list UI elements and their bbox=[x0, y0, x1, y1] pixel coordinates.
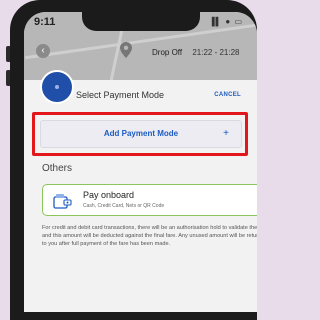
pay-onboard-option[interactable]: Pay onboard Cash, Credit Card, Nets or Q… bbox=[42, 184, 257, 216]
highlight-annotation bbox=[32, 112, 248, 156]
sheet-title: Select Payment Mode bbox=[76, 90, 165, 100]
dropoff-info: Drop Off 21:22 - 21:28 bbox=[152, 48, 239, 57]
avatar bbox=[40, 70, 74, 104]
dropoff-time: 21:22 - 21:28 bbox=[192, 48, 240, 57]
pay-onboard-title: Pay onboard bbox=[83, 190, 135, 200]
location-pin-icon bbox=[120, 42, 132, 58]
phone-device: 9:11 ▐▌ ● ▭ ‹ Drop Off 21:22 - 21:28 Sel… bbox=[0, 0, 257, 320]
card-hold-disclaimer: For credit and debit card transactions, … bbox=[42, 225, 257, 248]
cancel-button[interactable]: CANCEL bbox=[214, 92, 241, 98]
avatar-dot bbox=[55, 85, 59, 89]
pay-onboard-subtitle: Cash, Credit Card, Nets or QR Code bbox=[83, 203, 165, 209]
status-time: 9:11 bbox=[34, 16, 56, 28]
status-icons: ▐▌ ● ▭ bbox=[208, 17, 243, 26]
phone-screen: 9:11 ▐▌ ● ▭ ‹ Drop Off 21:22 - 21:28 Sel… bbox=[24, 12, 257, 312]
card-wallet-icon bbox=[53, 194, 72, 209]
back-button[interactable]: ‹ bbox=[36, 44, 50, 58]
others-section-title: Others bbox=[42, 163, 73, 174]
dropoff-label: Drop Off bbox=[152, 48, 183, 57]
phone-notch bbox=[82, 12, 200, 31]
sheet-bottom bbox=[24, 274, 257, 312]
chevron-left-icon: ‹ bbox=[41, 45, 45, 56]
